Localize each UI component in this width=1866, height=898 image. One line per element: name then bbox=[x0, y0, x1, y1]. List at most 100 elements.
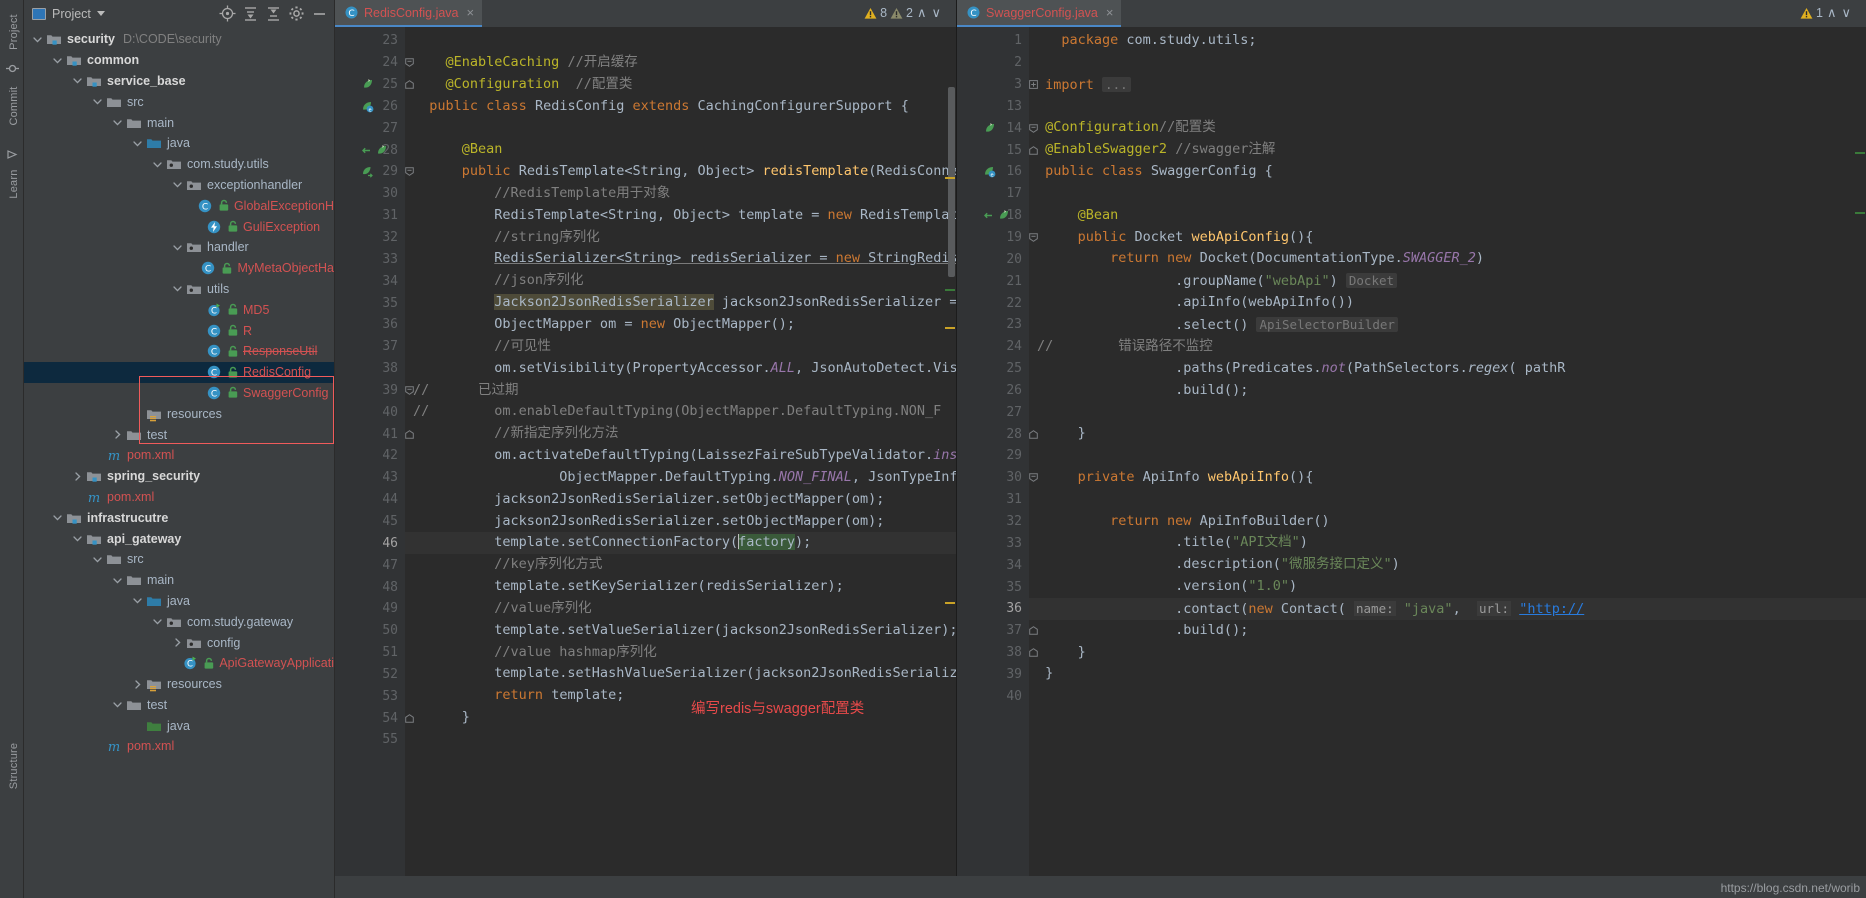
chevron-right-icon[interactable] bbox=[72, 471, 83, 482]
right-gutter-line[interactable]: e 16 bbox=[957, 161, 1029, 183]
right-scrollbar[interactable] bbox=[1854, 27, 1866, 898]
left-scrollbar[interactable] bbox=[944, 27, 956, 898]
right-code-line[interactable]: public class SwaggerConfig { bbox=[1029, 161, 1866, 183]
chevron-down-icon[interactable] bbox=[32, 34, 43, 45]
left-code-line[interactable] bbox=[405, 30, 956, 52]
tree-node-utils[interactable]: utils bbox=[24, 279, 334, 300]
right-code-line[interactable] bbox=[1029, 401, 1866, 423]
right-code-line[interactable]: } bbox=[1029, 642, 1866, 664]
right-gutter-line[interactable]: 36 bbox=[957, 598, 1029, 620]
tree-node-mymetaobjectha[interactable]: C MyMetaObjectHa bbox=[24, 258, 334, 279]
gutter-marker-icon[interactable] bbox=[361, 78, 374, 91]
tree-node-java[interactable]: java bbox=[24, 591, 334, 612]
tree-node-java[interactable]: java bbox=[24, 715, 334, 736]
locate-icon[interactable] bbox=[219, 5, 236, 22]
left-code-line[interactable]: @Configuration //配置类 bbox=[405, 74, 956, 96]
right-code-line[interactable] bbox=[1029, 445, 1866, 467]
right-inspection-widget[interactable]: 1 ∧ ∨ bbox=[1800, 5, 1852, 21]
chevron-right-icon[interactable] bbox=[112, 429, 123, 440]
chevron-down-icon[interactable] bbox=[172, 242, 183, 253]
right-gutter-line[interactable]: 28 bbox=[957, 423, 1038, 445]
next-problem-icon[interactable]: ∨ bbox=[1840, 5, 1852, 21]
left-code-line[interactable]: template.setConnectionFactory(factory); bbox=[405, 532, 956, 555]
right-code-line[interactable]: package com.study.utils; bbox=[1029, 30, 1866, 52]
right-code-line[interactable]: .description("微服务接口定义") bbox=[1029, 554, 1866, 576]
tree-node-spring-security[interactable]: spring_security bbox=[24, 466, 334, 487]
tree-node-java[interactable]: java bbox=[24, 133, 334, 154]
right-code-line[interactable]: .version("1.0") bbox=[1029, 576, 1866, 598]
next-problem-icon[interactable]: ∨ bbox=[930, 5, 942, 21]
tool-tab-project[interactable]: Project bbox=[8, 4, 20, 60]
left-inspection-widget[interactable]: 8 2 ∧ ∨ bbox=[864, 5, 942, 21]
project-tree[interactable]: security D:\CODE\security common service_ba… bbox=[24, 27, 334, 898]
tree-node-globalexceptionh[interactable]: C GlobalExceptionH bbox=[24, 195, 334, 216]
gutter-marker-icon[interactable] bbox=[983, 209, 1010, 222]
right-code-line[interactable]: .contact(new Contact( name: "java", url:… bbox=[1029, 597, 1866, 620]
expand-all-icon[interactable] bbox=[242, 5, 259, 22]
right-code-line[interactable]: .paths(Predicates.not(PathSelectors.rege… bbox=[1029, 358, 1866, 380]
left-gutter-line[interactable]: 41 bbox=[335, 423, 414, 445]
hide-icon[interactable] bbox=[311, 5, 328, 22]
right-code-line[interactable]: @Bean bbox=[1029, 205, 1866, 227]
left-gutter-line[interactable]: 38 bbox=[335, 358, 405, 380]
tree-node-main[interactable]: main bbox=[24, 570, 334, 591]
tree-node-responseutil[interactable]: C ResponseUtil bbox=[24, 341, 334, 362]
left-gutter-line[interactable]: 31 bbox=[335, 205, 405, 227]
left-code-line[interactable]: //新指定序列化方法 bbox=[405, 423, 956, 445]
chevron-down-icon[interactable] bbox=[152, 159, 163, 170]
right-gutter-line[interactable]: 40 bbox=[957, 685, 1029, 707]
chevron-down-icon[interactable] bbox=[72, 533, 83, 544]
left-gutter-line[interactable]: 30 bbox=[335, 183, 405, 205]
left-code-line[interactable]: ObjectMapper om = new ObjectMapper(); bbox=[405, 314, 956, 336]
tree-node-redisconfig[interactable]: C RedisConfig bbox=[24, 361, 334, 383]
right-code-line[interactable] bbox=[1029, 96, 1866, 118]
chevron-down-icon[interactable] bbox=[52, 55, 63, 66]
right-code-line[interactable]: } bbox=[1029, 423, 1866, 445]
tree-node-pom-xml[interactable]: m pom.xml bbox=[24, 445, 334, 466]
tree-node-com-study-utils[interactable]: com.study.utils bbox=[24, 154, 334, 175]
left-gutter-line[interactable]: 48 bbox=[335, 576, 405, 598]
right-code-line[interactable]: return new ApiInfoBuilder() bbox=[1029, 511, 1866, 533]
right-gutter-line[interactable]: 18 bbox=[957, 205, 1029, 227]
tree-node-com-study-gateway[interactable]: com.study.gateway bbox=[24, 611, 334, 632]
tree-node-security[interactable]: security D:\CODE\security bbox=[24, 29, 334, 50]
left-code-line[interactable]: //RedisTemplate用于对象 bbox=[405, 183, 956, 205]
tree-node-apigatewayapplicati[interactable]: C ApiGatewayApplicati bbox=[24, 653, 334, 674]
tool-tab-structure[interactable]: Structure bbox=[8, 731, 20, 801]
right-code-line[interactable]: .groupName("webApi") Docket bbox=[1029, 270, 1866, 292]
left-gutter-line[interactable]: 25 bbox=[335, 74, 414, 96]
left-gutter-line[interactable]: 43 bbox=[335, 467, 405, 489]
right-gutter-line[interactable]: 31 bbox=[957, 489, 1029, 511]
tab-redisconfig[interactable]: C RedisConfig.java × bbox=[335, 0, 483, 27]
right-gutter-line[interactable]: 1 bbox=[957, 30, 1029, 52]
tree-node-service-base[interactable]: service_base bbox=[24, 71, 334, 92]
gutter-marker-icon[interactable] bbox=[983, 122, 996, 135]
right-code-line[interactable]: } bbox=[1029, 663, 1866, 685]
close-icon[interactable]: × bbox=[1106, 5, 1114, 20]
left-code-line[interactable]: Jackson2JsonRedisSerializer jackson2Json… bbox=[405, 292, 956, 314]
left-gutter-line[interactable]: 50 bbox=[335, 620, 405, 642]
tree-node-src[interactable]: src bbox=[24, 549, 334, 570]
tree-node-resources[interactable]: resources bbox=[24, 403, 334, 424]
left-code-line[interactable]: RedisSerializer<String> redisSerializer … bbox=[405, 248, 956, 270]
left-gutter-line[interactable]: 37 bbox=[335, 336, 405, 358]
left-code-line[interactable]: om.activateDefaultTyping(LaissezFaireSub… bbox=[405, 445, 956, 467]
left-code-line[interactable]: //value序列化 bbox=[405, 598, 956, 620]
tree-node-swaggerconfig[interactable]: C SwaggerConfig bbox=[24, 383, 334, 404]
chevron-down-icon[interactable] bbox=[92, 96, 103, 107]
left-code-line[interactable] bbox=[405, 117, 956, 139]
left-code-line[interactable]: //key序列化方式 bbox=[405, 554, 956, 576]
left-gutter-line[interactable]: 40 bbox=[335, 401, 405, 423]
tool-tab-commit[interactable]: Commit bbox=[8, 78, 20, 134]
tree-node-src[interactable]: src bbox=[24, 91, 334, 112]
gutter-marker-icon[interactable]: e bbox=[361, 100, 374, 113]
right-gutter-line[interactable]: 21 bbox=[957, 270, 1029, 292]
left-code-line[interactable]: template.setValueSerializer(jackson2Json… bbox=[405, 620, 956, 642]
right-code-line[interactable]: .apiInfo(webApiInfo()) bbox=[1029, 292, 1866, 314]
right-gutter-line[interactable]: 2 bbox=[957, 52, 1029, 74]
right-gutter-line[interactable]: 37 bbox=[957, 620, 1038, 642]
right-code-area[interactable]: package com.study.utils; import ... @Con… bbox=[1029, 27, 1866, 898]
left-gutter-line[interactable]: 32 bbox=[335, 227, 405, 249]
right-gutter-line[interactable]: 29 bbox=[957, 445, 1029, 467]
left-gutter-line[interactable]: 53 bbox=[335, 685, 405, 707]
